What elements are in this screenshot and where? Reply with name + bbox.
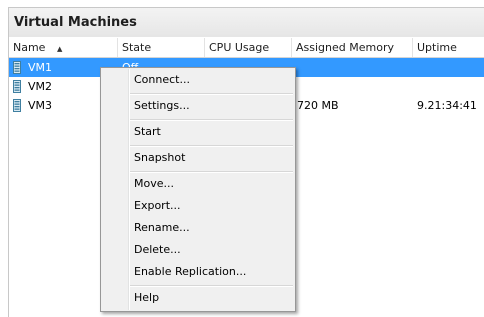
menu-item-move[interactable]: Move... bbox=[134, 174, 174, 194]
panel-header: Virtual Machines bbox=[8, 7, 484, 37]
menu-item-rename[interactable]: Rename... bbox=[134, 218, 190, 238]
menu-item-help[interactable]: Help bbox=[134, 288, 159, 308]
vm-name: VM2 bbox=[28, 80, 53, 93]
column-header-uptime-label: Uptime bbox=[417, 41, 457, 54]
menu-separator bbox=[130, 119, 293, 121]
server-icon bbox=[13, 99, 21, 112]
column-header-name[interactable]: Name ▲ bbox=[9, 38, 118, 57]
column-header-state[interactable]: State bbox=[118, 38, 205, 57]
vm-name: VM3 bbox=[28, 99, 53, 112]
menu-item-snapshot[interactable]: Snapshot bbox=[134, 148, 185, 168]
menu-item-start[interactable]: Start bbox=[134, 122, 161, 142]
menu-separator bbox=[130, 145, 293, 147]
menu-separator bbox=[130, 93, 293, 95]
column-header-cpu-label: CPU Usage bbox=[209, 41, 270, 54]
sort-ascending-icon: ▲ bbox=[57, 45, 63, 53]
server-icon bbox=[13, 80, 21, 93]
column-header-state-label: State bbox=[122, 41, 152, 54]
vm-name: VM1 bbox=[28, 61, 53, 74]
menu-item-enable-replication[interactable]: Enable Replication... bbox=[134, 262, 246, 282]
menu-separator bbox=[130, 171, 293, 173]
hyper-v-manager-pane: Virtual Machines Name ▲ State CPU Usage … bbox=[0, 0, 484, 317]
menu-item-settings[interactable]: Settings... bbox=[134, 96, 190, 116]
menu-item-export[interactable]: Export... bbox=[134, 196, 181, 216]
column-header-row: Name ▲ State CPU Usage Assigned Memory U… bbox=[9, 38, 484, 58]
vm-assigned-memory: 720 MB bbox=[297, 99, 339, 112]
server-icon bbox=[13, 61, 21, 74]
column-header-cpu-usage[interactable]: CPU Usage bbox=[205, 38, 292, 57]
panel-title: Virtual Machines bbox=[14, 15, 137, 30]
menu-separator bbox=[130, 285, 293, 287]
menu-item-delete[interactable]: Delete... bbox=[134, 240, 181, 260]
column-header-uptime[interactable]: Uptime bbox=[413, 38, 484, 57]
context-menu: Connect... Settings... Start Snapshot Mo… bbox=[100, 67, 296, 312]
menu-item-connect[interactable]: Connect... bbox=[134, 70, 190, 90]
column-header-memory-label: Assigned Memory bbox=[296, 41, 394, 54]
column-header-name-label: Name bbox=[13, 41, 46, 54]
column-header-assigned-memory[interactable]: Assigned Memory bbox=[292, 38, 413, 57]
vm-uptime: 9.21:34:41 bbox=[417, 99, 477, 112]
